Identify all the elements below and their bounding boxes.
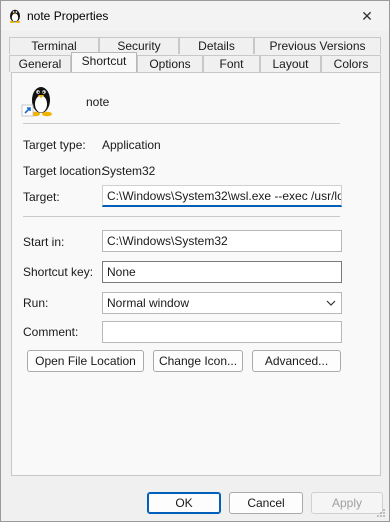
close-icon: ✕ — [361, 7, 373, 24]
title-bar: note Properties ✕ — [1, 1, 389, 31]
tab-label: Font — [219, 57, 244, 71]
properties-window: note Properties ✕ Terminal Security Deta… — [0, 0, 390, 522]
tab-general[interactable]: General — [9, 55, 71, 72]
button-label: Advanced... — [264, 354, 329, 368]
tab-colors[interactable]: Colors — [321, 55, 381, 72]
tab-label: Options — [149, 57, 191, 71]
close-button[interactable]: ✕ — [345, 1, 389, 31]
ok-button[interactable]: OK — [147, 492, 221, 514]
start-in-input[interactable]: C:\Windows\System32 — [102, 230, 342, 252]
button-label: Open File Location — [35, 354, 136, 368]
separator — [23, 123, 340, 124]
tab-label: Layout — [272, 57, 309, 71]
tab-label: Terminal — [31, 39, 77, 53]
shortcut-key-label: Shortcut key: — [23, 265, 94, 279]
chevron-down-icon — [326, 300, 336, 306]
app-name: note — [86, 95, 110, 109]
tab-label: Colors — [333, 57, 369, 71]
tab-layout[interactable]: Layout — [260, 55, 321, 72]
tab-label: Details — [198, 39, 235, 53]
shortcut-key-value: None — [107, 265, 136, 279]
advanced-button[interactable]: Advanced... — [252, 350, 341, 372]
tux-penguin-icon — [9, 9, 21, 23]
target-label: Target: — [23, 190, 60, 204]
tux-penguin-icon — [21, 87, 52, 117]
tab-label: Previous Versions — [269, 39, 366, 53]
separator — [23, 216, 340, 217]
window-title: note Properties — [27, 9, 109, 23]
comment-label: Comment: — [23, 325, 79, 339]
open-file-location-button[interactable]: Open File Location — [27, 350, 144, 372]
target-input-value: C:\Windows\System32\wsl.exe --exec /usr/… — [107, 189, 342, 203]
cancel-button[interactable]: Cancel — [229, 492, 303, 514]
button-label: Cancel — [247, 496, 285, 510]
tab-font[interactable]: Font — [203, 55, 260, 72]
button-label: OK — [175, 496, 193, 510]
tab-label: General — [18, 57, 62, 71]
resize-grip-icon[interactable] — [376, 508, 386, 518]
tab-label: Security — [117, 39, 161, 53]
shortcut-key-input[interactable]: None — [102, 261, 342, 283]
button-label: Apply — [331, 496, 363, 510]
target-location-label: Target location: — [23, 164, 105, 178]
tab-label: Shortcut — [81, 54, 127, 68]
tab-options[interactable]: Options — [137, 55, 203, 72]
target-type-value: Application — [102, 138, 161, 152]
comment-input[interactable] — [102, 321, 342, 343]
tab-shortcut[interactable]: Shortcut — [71, 52, 137, 72]
change-icon-button[interactable]: Change Icon... — [153, 350, 243, 372]
start-in-label: Start in: — [23, 235, 65, 249]
tab-previous-versions[interactable]: Previous Versions — [254, 37, 381, 54]
run-select[interactable]: Normal window — [102, 292, 342, 314]
run-label: Run: — [23, 296, 49, 310]
run-select-value: Normal window — [107, 296, 190, 310]
apply-button[interactable]: Apply — [311, 492, 383, 514]
target-location-value: System32 — [102, 164, 156, 178]
tab-details[interactable]: Details — [179, 37, 254, 54]
target-type-label: Target type: — [23, 138, 86, 152]
button-label: Change Icon... — [158, 354, 238, 368]
start-in-value: C:\Windows\System32 — [107, 234, 228, 248]
target-input[interactable]: C:\Windows\System32\wsl.exe --exec /usr/… — [102, 185, 342, 207]
